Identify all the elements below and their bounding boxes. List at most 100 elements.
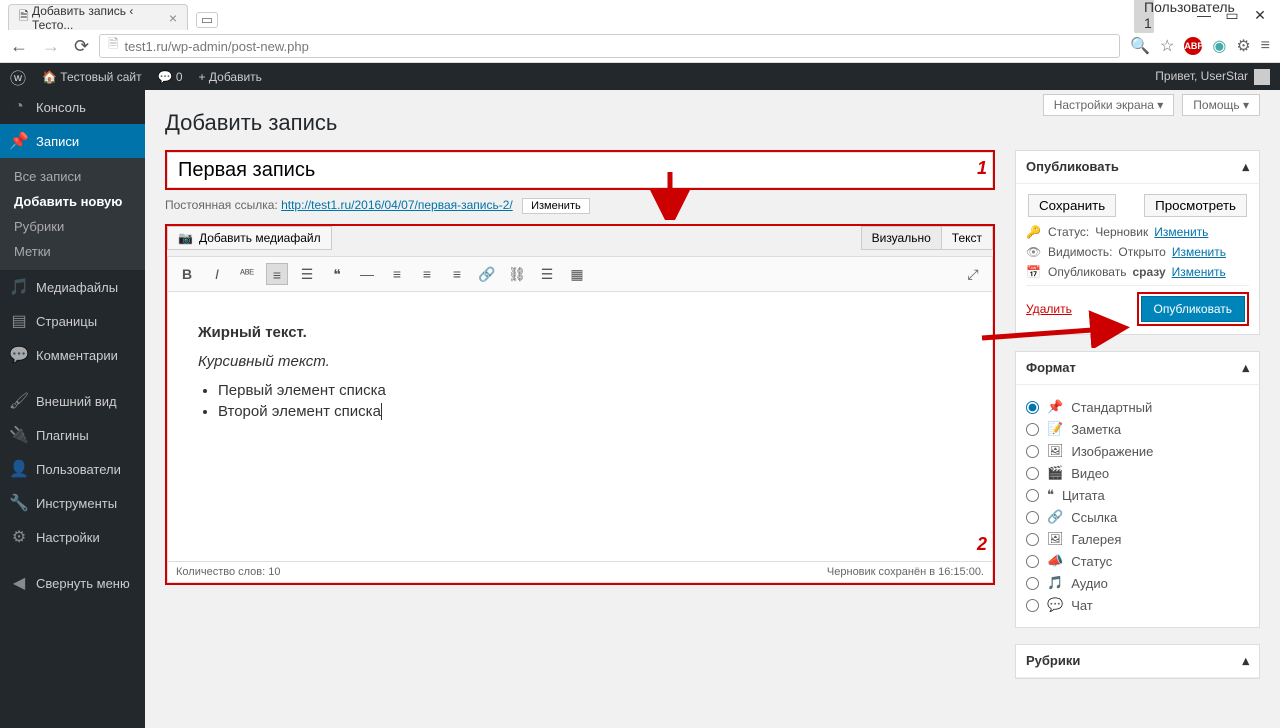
tab-close-icon[interactable]: × [169,10,177,26]
url-input[interactable]: 🗎 test1.ru/wp-admin/post-new.php [99,34,1120,58]
nav-reload-icon[interactable]: ⟳ [74,36,89,57]
adminbar-add-new[interactable]: + Добавить [199,70,262,84]
editor-status-bar: Количество слов: 10 Черновик сохранён в … [167,562,993,583]
more-button[interactable]: ☰ [536,263,558,285]
content-italic: Курсивный текст. [198,353,330,370]
video-icon: 🎬 [1047,465,1063,481]
format-radio-gallery[interactable] [1026,533,1039,546]
admin-sidebar: ◔Консоль 📌Записи Все записи Добавить нов… [0,90,145,728]
plugin-icon: 🔌 [10,426,28,444]
window-maximize-icon[interactable]: ▭ [1224,7,1240,24]
sidebar-item-pages[interactable]: ▤Страницы [0,304,145,338]
tab-text[interactable]: Текст [942,226,993,250]
site-info-icon[interactable]: 🗎 [108,35,118,57]
publish-header[interactable]: Опубликовать▴ [1016,151,1259,184]
format-radio-link[interactable] [1026,511,1039,524]
preview-button[interactable]: Просмотреть [1144,194,1247,217]
submenu-all-posts[interactable]: Все записи [0,164,145,189]
editor-content[interactable]: Жирный текст. Курсивный текст. Первый эл… [167,292,993,562]
format-radio-standard[interactable] [1026,401,1039,414]
adminbar-comments[interactable]: 💬 0 [158,70,183,84]
window-close-icon[interactable]: ✕ [1252,7,1268,24]
submenu-categories[interactable]: Рубрики [0,214,145,239]
fullscreen-button[interactable]: ⤢ [962,263,984,285]
window-minimize-icon[interactable]: — [1196,7,1212,23]
adblock-icon[interactable]: ABP [1184,37,1202,55]
visibility-edit-link[interactable]: Изменить [1172,245,1226,259]
format-radio-quote[interactable] [1026,489,1039,502]
sidebar-item-comments[interactable]: 💬Комментарии [0,338,145,372]
add-media-button[interactable]: 📷Добавить медиафайл [167,226,332,250]
quote-button[interactable]: ❝ [326,263,348,285]
sidebar-item-users[interactable]: 👤Пользователи [0,452,145,486]
format-radio-aside[interactable] [1026,423,1039,436]
extension-icon[interactable]: ◉ [1212,36,1226,56]
format-radio-image[interactable] [1026,445,1039,458]
address-bar: ← → ⟳ 🗎 test1.ru/wp-admin/post-new.php 🔍… [0,30,1280,62]
permalink-url[interactable]: http://test1.ru/2016/04/07/первая-запись… [281,198,513,212]
gallery-icon: 🖼 [1047,531,1064,547]
sidebar-item-appearance[interactable]: 🖌Внешний вид [0,384,145,418]
number-list-button[interactable]: ☰ [296,263,318,285]
permalink-edit-button[interactable]: Изменить [522,198,590,214]
post-title-input[interactable] [167,152,993,188]
sidebar-item-dashboard[interactable]: ◔Консоль [0,90,145,124]
bullet-list-button[interactable]: ≡ [266,263,288,285]
annotation-arrow-1 [650,170,690,220]
sidebar-collapse[interactable]: ◀Свернуть меню [0,566,145,600]
content-bold: Жирный текст. [198,324,307,341]
format-radio-video[interactable] [1026,467,1039,480]
strike-button[interactable]: ᴬᴮᴱ [236,263,258,285]
adminbar-greeting[interactable]: Привет, UserStar [1155,69,1270,85]
pin-icon: 📌 [10,132,28,150]
help-button[interactable]: Помощь ▾ [1182,94,1260,116]
bold-button[interactable]: B [176,263,198,285]
publish-button[interactable]: Опубликовать [1141,296,1245,322]
sidebar-item-tools[interactable]: 🔧Инструменты [0,486,145,520]
format-radio-status[interactable] [1026,555,1039,568]
new-tab-button[interactable]: ▭ [196,12,218,28]
kitchen-sink-button[interactable]: ▦ [566,263,588,285]
unlink-button[interactable]: ⛓ [506,263,528,285]
submenu-add-new[interactable]: Добавить новую [0,189,145,214]
screen-options-button[interactable]: Настройки экрана ▾ [1043,94,1175,116]
align-right-button[interactable]: ≡ [446,263,468,285]
pin-icon: 📌 [1047,399,1063,415]
sidebar-item-settings[interactable]: ⚙Настройки [0,520,145,554]
submenu-tags[interactable]: Метки [0,239,145,264]
save-draft-button[interactable]: Сохранить [1028,194,1116,217]
status-edit-link[interactable]: Изменить [1154,225,1208,239]
eye-icon: 👁 [1026,245,1042,259]
format-header[interactable]: Формат▴ [1016,352,1259,385]
italic-button[interactable]: I [206,263,228,285]
user-badge[interactable]: Пользователь 1 [1134,0,1154,33]
hr-button[interactable]: — [356,263,378,285]
search-icon[interactable]: 🔍 [1130,36,1150,56]
schedule-edit-link[interactable]: Изменить [1172,265,1226,279]
bookmark-icon[interactable]: ☆ [1160,36,1174,56]
menu-icon[interactable]: ≡ [1261,37,1270,55]
nav-forward-icon[interactable]: → [42,36,60,57]
key-icon: 🔑 [1026,225,1042,239]
tab-visual[interactable]: Визуально [861,226,942,250]
adminbar-site-link[interactable]: 🏠 Тестовый сайт [42,70,142,84]
chevron-up-icon: ▴ [1242,653,1249,669]
link-button[interactable]: 🔗 [476,263,498,285]
format-radio-chat[interactable] [1026,599,1039,612]
align-center-button[interactable]: ≡ [416,263,438,285]
word-count: Количество слов: 10 [176,566,280,578]
settings-icon[interactable]: ⚙ [1236,36,1250,56]
browser-tab[interactable]: 🗎 Добавить запись ‹ Тесто... × [8,4,188,30]
browser-chrome: 🗎 Добавить запись ‹ Тесто... × ▭ Пользов… [0,0,1280,63]
wordpress-logo-icon[interactable]: ⓦ [10,65,26,89]
align-left-button[interactable]: ≡ [386,263,408,285]
categories-header[interactable]: Рубрики▴ [1016,645,1259,678]
sidebar-item-posts[interactable]: 📌Записи [0,124,145,158]
nav-back-icon[interactable]: ← [10,36,28,57]
sidebar-item-plugins[interactable]: 🔌Плагины [0,418,145,452]
image-icon: 🖼 [1047,443,1064,459]
chevron-up-icon: ▴ [1242,159,1249,175]
sidebar-item-media[interactable]: 🎵Медиафайлы [0,270,145,304]
status-icon: 📣 [1047,553,1063,569]
format-radio-audio[interactable] [1026,577,1039,590]
